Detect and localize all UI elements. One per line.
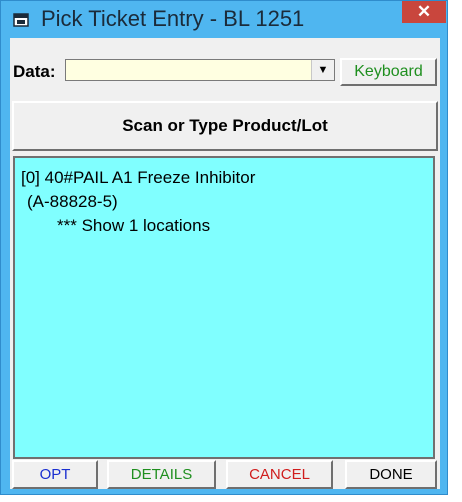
chevron-down-icon: ▼ (317, 64, 329, 76)
pick-ticket-window: Pick Ticket Entry - BL 1251 ✕ Data: ▼ Ke… (0, 0, 448, 495)
opt-button[interactable]: OPT (12, 460, 98, 489)
data-input[interactable] (65, 59, 335, 81)
scan-product-button[interactable]: Scan or Type Product/Lot (12, 101, 438, 151)
product-line: [0] 40#PAIL A1 Freeze Inhibitor (21, 168, 256, 187)
list-item[interactable]: [0] 40#PAIL A1 Freeze Inhibitor (A-88828… (21, 166, 255, 238)
done-button[interactable]: DONE (345, 460, 437, 489)
details-button[interactable]: DETAILS (107, 460, 216, 489)
data-label: Data: (13, 62, 56, 81)
close-button[interactable]: ✕ (402, 1, 446, 23)
product-code: (A-88828-5) (27, 192, 118, 211)
app-window-icon (13, 13, 29, 27)
title-bar[interactable]: Pick Ticket Entry - BL 1251 ✕ (1, 1, 447, 38)
data-dropdown-button[interactable]: ▼ (311, 60, 334, 80)
cancel-button[interactable]: CANCEL (226, 460, 333, 489)
client-area: Data: ▼ Keyboard Scan or Type Product/Lo… (10, 38, 440, 489)
locations-link[interactable]: *** Show 1 locations (21, 214, 255, 238)
window-title: Pick Ticket Entry - BL 1251 (41, 6, 305, 31)
close-icon: ✕ (416, 2, 432, 21)
product-list[interactable]: [0] 40#PAIL A1 Freeze Inhibitor (A-88828… (13, 156, 435, 459)
keyboard-button[interactable]: Keyboard (340, 58, 437, 86)
